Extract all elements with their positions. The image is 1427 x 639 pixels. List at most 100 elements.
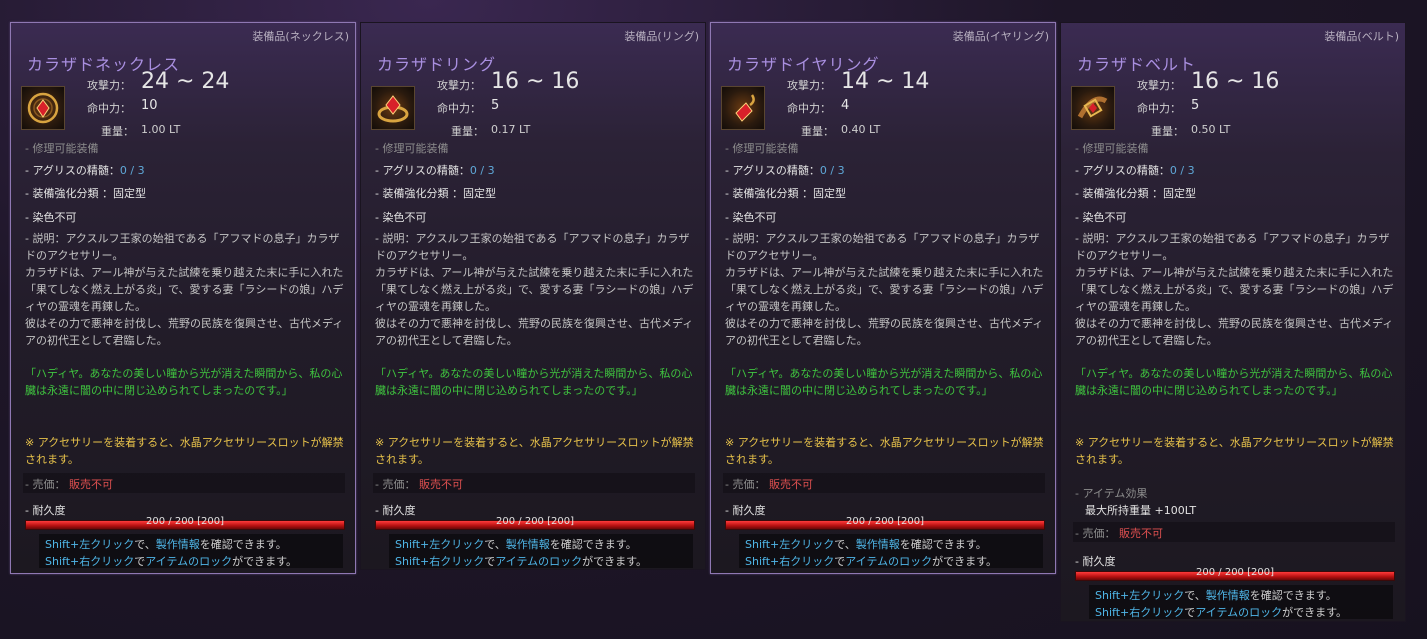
- flavor-quote: 「ハディヤ。あなたの美しい瞳から光が消えた瞬間から、私の心臓は永遠に闇の中に閉じ…: [25, 367, 343, 397]
- hint-lock: Shift+右クリックでアイテムのロックができます。: [745, 553, 997, 569]
- hint-craft: Shift+左クリックで、製作情報を確認できます。: [745, 536, 987, 552]
- description-line-1: - 説明：アクスルフ王家の始祖である「アフマドの息子」カラザドのアクセサリー。: [725, 232, 1040, 262]
- hint-lock: Shift+右クリックでアイテムのロックができます。: [1095, 604, 1347, 620]
- hint-craft: Shift+左クリックで、製作情報を確認できます。: [45, 536, 287, 552]
- ring-icon: [371, 86, 415, 130]
- dye-status: - 染色不可: [1075, 211, 1127, 224]
- agris-label: - アグリスの精髄：: [25, 164, 120, 177]
- belt-icon: [1071, 86, 1115, 130]
- hint-text: で、: [1184, 589, 1206, 602]
- durability-value: 200 / 200 [200]: [1196, 567, 1274, 578]
- hint-target: アイテムのロック: [1195, 606, 1283, 619]
- enhance-type: - 装備強化分類 ：固定型: [25, 187, 146, 200]
- tooltip-card-belt: 装備品(ベルト) カラザドベルト 攻撃力： 16 ~ 16 命中力： 5 重量：…: [1060, 22, 1406, 622]
- agris-line: - アグリスの精髄：0 / 3: [1075, 162, 1195, 178]
- enhance-type: - 装備強化分類 ：固定型: [1075, 187, 1196, 200]
- attack-value: 16 ~ 16: [1191, 69, 1280, 94]
- agris-line: - アグリスの精髄：0 / 3: [725, 162, 845, 178]
- hint-key: Shift+右クリック: [745, 555, 835, 568]
- repairable-text: - 修理可能装備: [25, 142, 99, 155]
- agris-value: 0 / 3: [119, 164, 145, 177]
- item-category: 装備品(イヤリング): [952, 30, 1049, 43]
- attack-label: 攻撃力：: [437, 79, 481, 92]
- description-line-1: - 説明：アクスルフ王家の始祖である「アフマドの息子」カラザドのアクセサリー。: [25, 232, 340, 262]
- enhance-type: - 装備強化分類 ：固定型: [725, 187, 846, 200]
- weight-label: 重量：: [801, 125, 834, 138]
- accessory-note: ※ アクセサリーを装着すると、水晶アクセサリースロットが解禁されます。: [725, 436, 1044, 466]
- enhance-type: - 装備強化分類 ：固定型: [375, 187, 496, 200]
- accuracy-value: 5: [491, 98, 500, 113]
- price-value: 販売不可: [69, 478, 113, 491]
- accuracy-label: 命中力：: [87, 102, 131, 115]
- agris-line: - アグリスの精髄：0 / 3: [25, 162, 145, 178]
- description-line-2: カラザドは、アール神が与えた試練を乗り越えた末に手に入れた「果てしなく燃え上がる…: [375, 266, 694, 313]
- hint-target: アイテムのロック: [145, 555, 233, 568]
- hint-text: で: [834, 555, 846, 568]
- description-line-3: 彼はその力で悪神を討伐し、荒野の民族を復興させ、古代メディアの初代王として君臨し…: [1075, 317, 1394, 347]
- price-row: - 売価： 販売不可: [373, 473, 695, 493]
- item-category: 装備品(リング): [624, 30, 699, 43]
- durability-bar: 200 / 200 [200]: [725, 516, 1045, 530]
- hint-target: アイテムのロック: [845, 555, 933, 568]
- accuracy-value: 4: [841, 98, 850, 113]
- hint-text: を確認できます。: [1249, 589, 1337, 602]
- agris-line: - アグリスの精髄：0 / 3: [375, 162, 495, 178]
- necklace-icon: [21, 86, 65, 130]
- flavor-quote: 「ハディヤ。あなたの美しい瞳から光が消えた瞬間から、私の心臓は永遠に闇の中に閉じ…: [1075, 367, 1393, 397]
- agris-label: - アグリスの精髄：: [1075, 164, 1170, 177]
- attack-label: 攻撃力：: [1137, 79, 1181, 92]
- weight-value: 0.50 LT: [1191, 123, 1231, 136]
- item-name: カラザドリング: [377, 55, 497, 74]
- weight-value: 0.40 LT: [841, 123, 881, 136]
- agris-value: 0 / 3: [819, 164, 845, 177]
- tooltip-card-necklace: 装備品(ネックレス) カラザドネックレス 攻撃力： 24 ~ 24 命中力： 1…: [10, 22, 356, 574]
- price-row: - 売価： 販売不可: [23, 473, 345, 493]
- weight-label: 重量：: [1151, 125, 1184, 138]
- hint-text: ができます。: [1282, 606, 1348, 619]
- durability-bar: 200 / 200 [200]: [1075, 567, 1395, 581]
- hint-key: Shift+左クリック: [745, 538, 835, 551]
- hint-text: で: [134, 555, 146, 568]
- durability-value: 200 / 200 [200]: [496, 516, 574, 527]
- price-value: 販売不可: [1119, 527, 1163, 540]
- attack-value: 16 ~ 16: [491, 69, 580, 94]
- durability-bar: 200 / 200 [200]: [375, 516, 695, 530]
- description-line-3: 彼はその力で悪神を討伐し、荒野の民族を復興させ、古代メディアの初代王として君臨し…: [375, 317, 694, 347]
- repairable-text: - 修理可能装備: [1075, 142, 1149, 155]
- hint-craft: Shift+左クリックで、製作情報を確認できます。: [1095, 587, 1337, 603]
- hint-key: Shift+左クリック: [45, 538, 135, 551]
- item-effect-title: - アイテム効果: [1075, 487, 1148, 500]
- hint-text: を確認できます。: [899, 538, 987, 551]
- description-line-2: カラザドは、アール神が与えた試練を乗り越えた末に手に入れた「果てしなく燃え上がる…: [725, 266, 1044, 313]
- tooltip-card-ring: 装備品(リング) カラザドリング 攻撃力： 16 ~ 16 命中力： 5 重量：…: [360, 22, 706, 570]
- attack-value: 24 ~ 24: [141, 69, 230, 94]
- hint-text: で: [484, 555, 496, 568]
- attack-label: 攻撃力：: [787, 79, 831, 92]
- hint-key: Shift+左クリック: [395, 538, 485, 551]
- repairable-text: - 修理可能装備: [725, 142, 799, 155]
- price-label: - 売価：: [375, 478, 416, 491]
- hint-target: 製作情報: [505, 538, 550, 551]
- repairable-text: - 修理可能装備: [375, 142, 449, 155]
- durability-value: 200 / 200 [200]: [146, 516, 224, 527]
- agris-label: - アグリスの精髄：: [725, 164, 820, 177]
- accessory-note: ※ アクセサリーを装着すると、水晶アクセサリースロットが解禁されます。: [25, 436, 344, 466]
- dye-status: - 染色不可: [725, 211, 777, 224]
- hint-lock: Shift+右クリックでアイテムのロックができます。: [395, 553, 647, 569]
- agris-label: - アグリスの精髄：: [375, 164, 470, 177]
- accuracy-value: 10: [141, 98, 158, 113]
- description-line-1: - 説明：アクスルフ王家の始祖である「アフマドの息子」カラザドのアクセサリー。: [375, 232, 690, 262]
- hint-key: Shift+右クリック: [45, 555, 135, 568]
- durability-bar: 200 / 200 [200]: [25, 516, 345, 530]
- price-label: - 売価：: [725, 478, 766, 491]
- item-effect-value: 最大所持重量 +100LT: [1085, 504, 1197, 517]
- weight-value: 0.17 LT: [491, 123, 531, 136]
- accessory-note: ※ アクセサリーを装着すると、水晶アクセサリースロットが解禁されます。: [1075, 436, 1394, 466]
- price-value: 販売不可: [419, 478, 463, 491]
- description-line-2: カラザドは、アール神が与えた試練を乗り越えた末に手に入れた「果てしなく燃え上がる…: [1075, 266, 1394, 313]
- hint-target: 製作情報: [1205, 589, 1250, 602]
- attack-label: 攻撃力：: [87, 79, 131, 92]
- price-label: - 売価：: [1075, 527, 1116, 540]
- hint-key: Shift+右クリック: [395, 555, 485, 568]
- weight-label: 重量：: [101, 125, 134, 138]
